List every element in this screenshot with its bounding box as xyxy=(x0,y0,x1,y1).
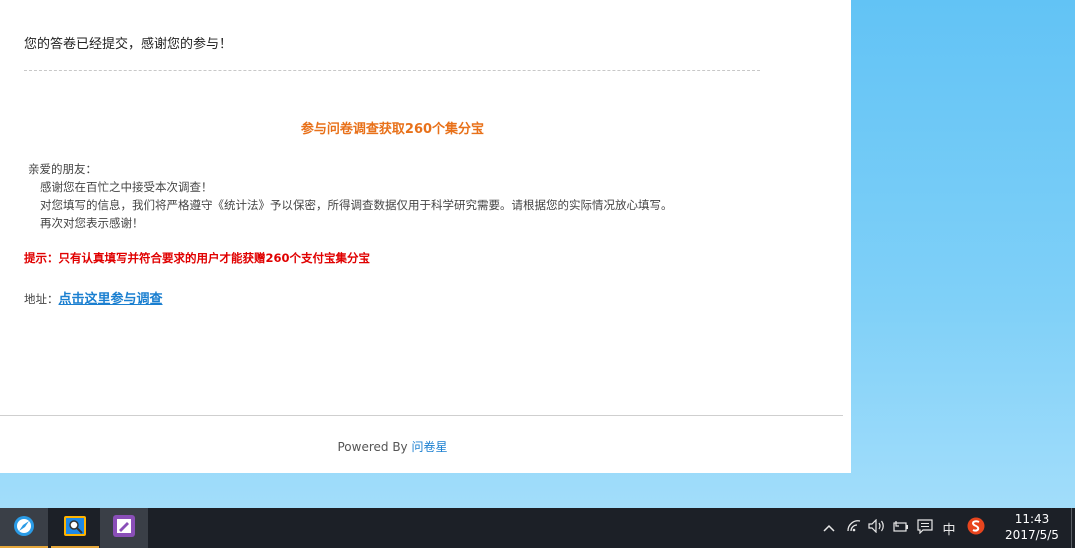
footer-divider xyxy=(0,415,843,416)
show-desktop-button[interactable] xyxy=(1071,508,1072,548)
address-row: 地址：点击这里参与调查 xyxy=(24,288,163,307)
chevron-up-icon xyxy=(823,521,835,536)
letter-body: 亲爱的朋友： 感谢您在百忙之中接受本次调查！ 对您填写的信息，我们将严格遵守《统… xyxy=(28,160,673,232)
submitted-message: 您的答卷已经提交，感谢您的参与！ xyxy=(24,37,233,52)
volume-button[interactable] xyxy=(866,508,888,548)
taskbar: 中 11:43 2017/5/5 xyxy=(0,508,1075,548)
letter-line-3: 再次对您表示感谢！ xyxy=(40,216,144,230)
clock-date: 2017/5/5 xyxy=(1005,528,1059,542)
ime-button[interactable]: 中 xyxy=(938,508,960,548)
volume-icon xyxy=(868,518,886,537)
promo-title: 参与问卷调查获取260个集分宝 xyxy=(300,122,485,137)
sogou-input-icon xyxy=(967,517,985,539)
powered-by: Powered By 问卷星 xyxy=(0,438,785,455)
tray-overflow-button[interactable] xyxy=(818,508,840,548)
letter-line-1: 感谢您在百忙之中接受本次调查！ xyxy=(40,180,213,194)
action-center-button[interactable] xyxy=(914,508,936,548)
letter-greeting: 亲爱的朋友： xyxy=(28,162,97,176)
browser-icon xyxy=(13,515,35,541)
letter-line-2: 对您填写的信息，我们将严格遵守《统计法》予以保密，所得调查数据仅用于科学研究需要… xyxy=(40,198,673,212)
wifi-icon xyxy=(846,519,862,537)
photo-viewer-icon xyxy=(63,514,87,542)
dashed-divider xyxy=(24,70,760,71)
action-center-icon xyxy=(917,518,933,538)
brand-link[interactable]: 问卷星 xyxy=(411,440,447,454)
address-label: 地址： xyxy=(24,292,59,306)
clock-time: 11:43 xyxy=(1014,512,1050,526)
notes-app-icon xyxy=(112,514,136,542)
battery-icon xyxy=(893,520,909,536)
survey-link[interactable]: 点击这里参与调查 xyxy=(59,292,163,307)
taskbar-app-notes[interactable] xyxy=(100,508,148,548)
battery-button[interactable] xyxy=(890,508,912,548)
network-button[interactable] xyxy=(844,508,864,548)
hint-text: 提示：只有认真填写并符合要求的用户才能获赠260个支付宝集分宝 xyxy=(24,251,371,265)
taskbar-app-browser[interactable] xyxy=(0,508,48,548)
sogou-button[interactable] xyxy=(964,508,988,548)
powered-by-label: Powered By xyxy=(337,440,408,454)
survey-page: 您的答卷已经提交，感谢您的参与！ 参与问卷调查获取260个集分宝 亲爱的朋友： … xyxy=(0,0,851,473)
taskbar-app-photo[interactable] xyxy=(51,508,99,548)
clock[interactable]: 11:43 2017/5/5 xyxy=(996,511,1068,543)
